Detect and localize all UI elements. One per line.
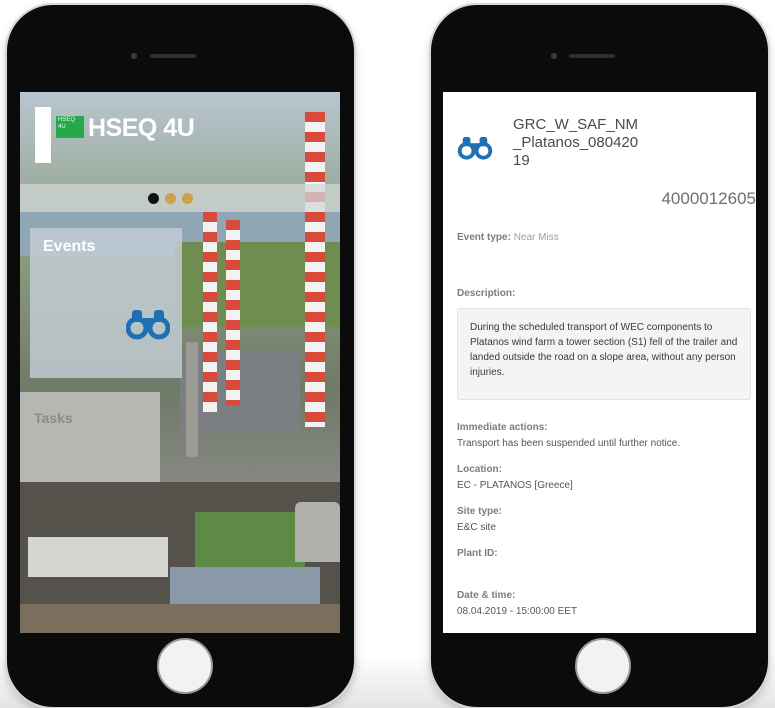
event-detail-screen: GRC_W_SAF_NM _Platanos_080420 19 4000012… (443, 92, 756, 633)
logo-bar (35, 107, 51, 163)
front-camera (131, 53, 137, 59)
event-title: GRC_W_SAF_NM _Platanos_080420 19 (513, 116, 663, 170)
plant-id-label: Plant ID: (457, 548, 498, 559)
home-button[interactable] (157, 638, 213, 694)
immediate-actions-value: Transport has been suspended until furth… (457, 438, 681, 449)
carousel-indicator (20, 184, 340, 212)
event-type-label: Event type: (457, 232, 511, 243)
site-type-label: Site type: (457, 506, 503, 517)
event-title-line: 19 (513, 152, 530, 169)
earpiece-speaker (150, 54, 196, 58)
earpiece-speaker (569, 54, 615, 58)
location-label: Location: (457, 464, 502, 475)
carousel-dot[interactable] (165, 193, 176, 204)
home-button[interactable] (575, 638, 631, 694)
event-title-line: GRC_W_SAF_NM (513, 116, 639, 133)
carousel-dot-active[interactable] (148, 193, 159, 204)
description-label: Description: (457, 288, 516, 299)
phone-right: GRC_W_SAF_NM _Platanos_080420 19 4000012… (431, 5, 768, 707)
cooling-stack (186, 342, 198, 457)
background-road (20, 604, 340, 633)
chimney (226, 220, 240, 405)
event-type-row: Event type: Near Miss (457, 232, 559, 243)
event-type-value: Near Miss (513, 232, 559, 243)
phone-left: HSEQ 4U HSEQ 4U Events Tasks (7, 5, 354, 707)
app-logo: HSEQ 4U (88, 114, 195, 142)
date-time-value: 08.04.2019 - 15:00:00 EET (457, 606, 578, 617)
date-time-label: Date & time: (457, 590, 516, 601)
chimney (203, 212, 217, 412)
background-lawn (195, 512, 305, 567)
home-screen: HSEQ 4U HSEQ 4U Events Tasks (20, 92, 340, 633)
binoculars-icon (126, 310, 170, 340)
site-type-value: E&C site (457, 522, 496, 533)
event-title-line: _Platanos_080420 (513, 134, 639, 151)
event-number: 4000012605 (661, 189, 756, 208)
events-tile-label: Events (43, 238, 96, 255)
front-camera (551, 53, 557, 59)
chimney (305, 112, 325, 427)
immediate-actions-label: Immediate actions: (457, 422, 548, 433)
background-building (180, 352, 300, 432)
carousel-dot[interactable] (182, 193, 193, 204)
binoculars-icon (457, 137, 493, 160)
background-building (28, 537, 168, 577)
background-building (20, 392, 160, 492)
logo-badge: HSEQ 4U (56, 116, 84, 138)
tasks-tile-label[interactable]: Tasks (34, 410, 73, 426)
background-building (170, 567, 320, 605)
location-value: EC - PLATANOS [Greece] (457, 480, 573, 491)
background-tank (295, 502, 340, 562)
events-tile[interactable]: Events (30, 228, 182, 378)
description-text: During the scheduled transport of WEC co… (457, 308, 751, 400)
